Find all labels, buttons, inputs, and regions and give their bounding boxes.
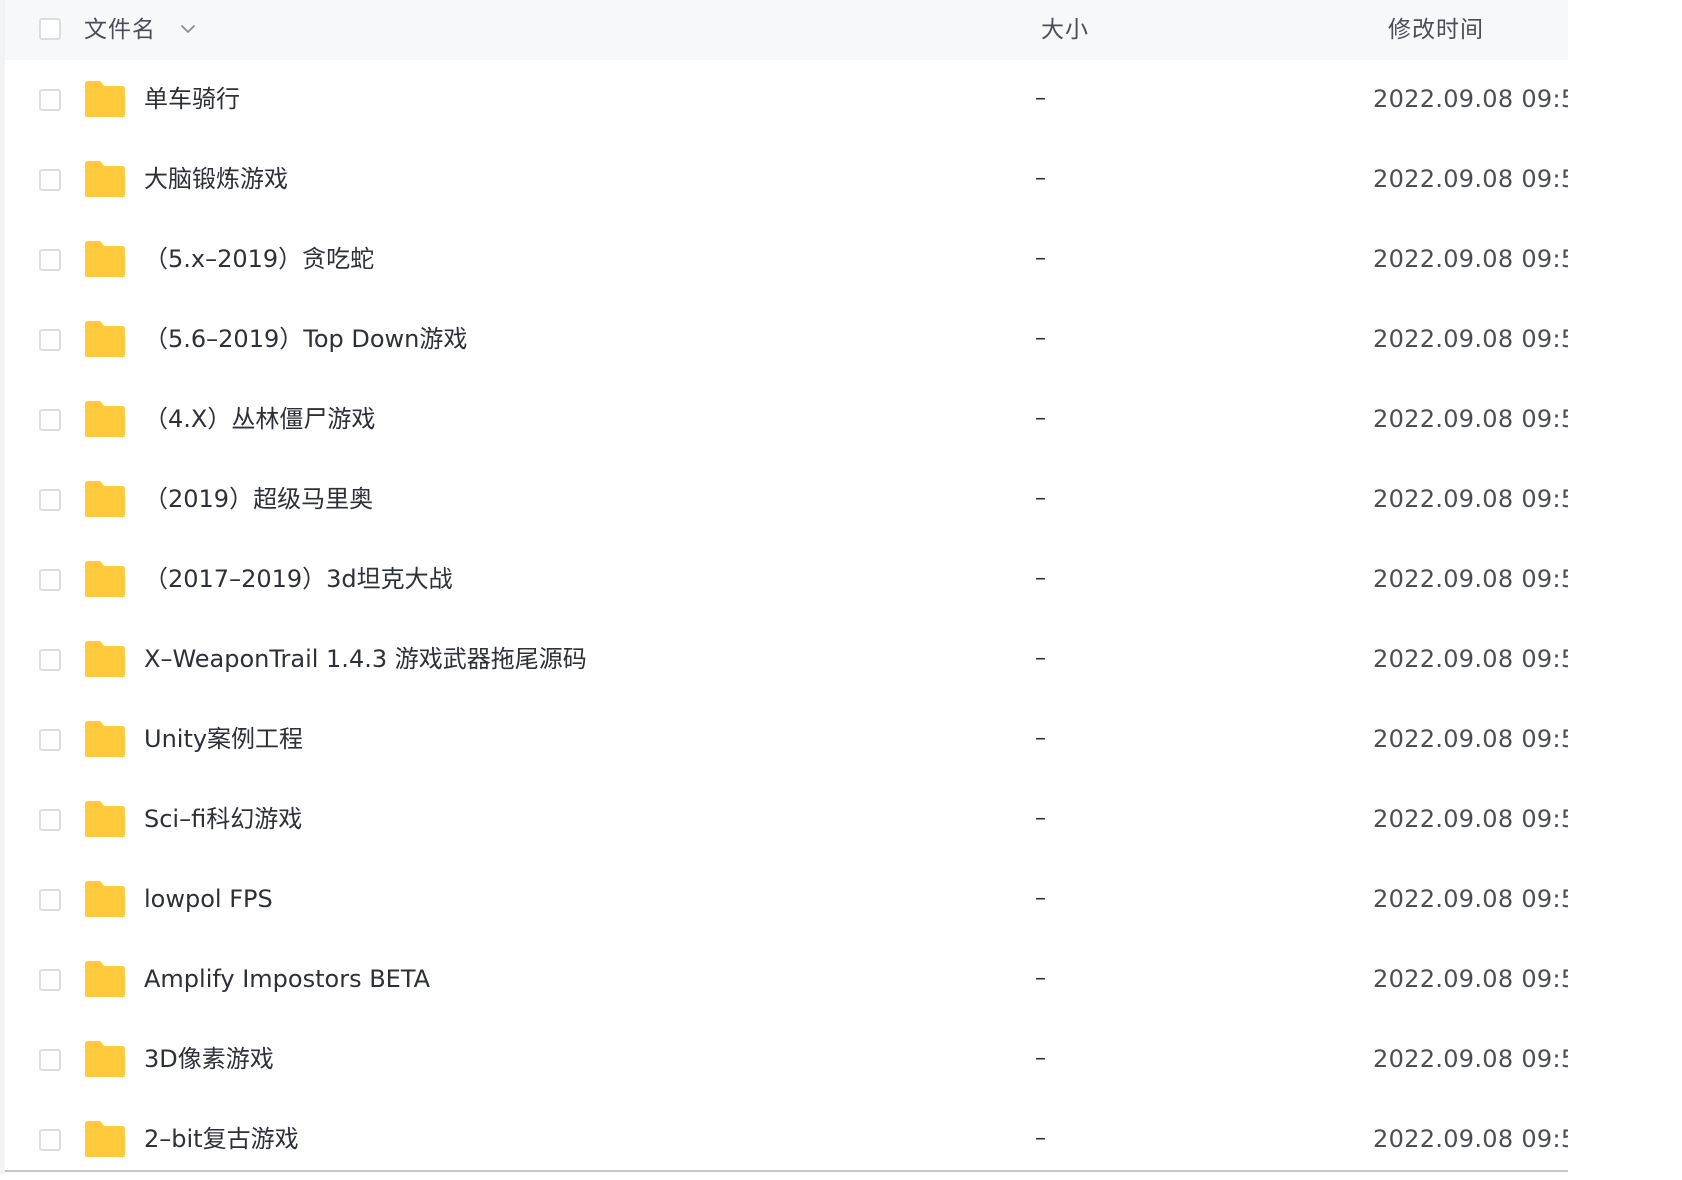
row-checkbox[interactable]: [39, 329, 61, 351]
folder-icon: [85, 801, 125, 837]
file-row[interactable]: （2017–2019）3d坦克大战 – 2022.09.08 09:54: [5, 540, 1592, 620]
file-modified-time: 2022.09.08 09:54: [1373, 245, 1593, 273]
file-size: –: [1035, 1126, 1046, 1151]
folder-icon: [85, 81, 125, 117]
folder-icon: [85, 481, 125, 517]
file-modified-time: 2022.09.08 09:54: [1373, 965, 1593, 993]
file-name[interactable]: 单车骑行: [144, 82, 240, 116]
row-checkbox[interactable]: [39, 729, 61, 751]
row-checkbox[interactable]: [39, 409, 61, 431]
folder-icon: [85, 1041, 125, 1077]
file-row[interactable]: 单车骑行 – 2022.09.08 09:54: [5, 60, 1592, 140]
file-size: –: [1035, 406, 1046, 431]
file-list: 单车骑行 – 2022.09.08 09:54 大脑锻炼游戏 – 2022.09.08 0…: [5, 60, 1592, 1180]
column-header-size[interactable]: 大小: [1041, 13, 1089, 47]
file-modified-time: 2022.09.08 09:54: [1373, 485, 1593, 513]
row-checkbox[interactable]: [39, 169, 61, 191]
file-name[interactable]: 2–bit复古游戏: [144, 1122, 299, 1156]
file-modified-time: 2022.09.08 09:54: [1373, 165, 1593, 193]
file-name[interactable]: Sci–fi科幻游戏: [144, 802, 302, 836]
folder-icon: [85, 321, 125, 357]
file-row[interactable]: lowpol FPS – 2022.09.08 09:54: [5, 860, 1592, 940]
file-row[interactable]: X–WeaponTrail 1.4.3 游戏武器拖尾源码 – 2022.09.08 …: [5, 620, 1592, 700]
file-name[interactable]: X–WeaponTrail 1.4.3 游戏武器拖尾源码: [144, 642, 587, 676]
folder-icon: [85, 641, 125, 677]
file-size: –: [1035, 646, 1046, 671]
file-size: –: [1035, 326, 1046, 351]
column-header-modified[interactable]: 修改时间: [1388, 13, 1484, 47]
file-row[interactable]: （5.6–2019）Top Down游戏 – 2022.09.08 09:54: [5, 300, 1592, 380]
select-all-checkbox[interactable]: [39, 18, 61, 40]
row-checkbox[interactable]: [39, 1129, 61, 1151]
row-checkbox[interactable]: [39, 249, 61, 271]
file-name[interactable]: lowpol FPS: [144, 882, 273, 916]
bottom-divider: [5, 1170, 1568, 1172]
row-checkbox[interactable]: [39, 89, 61, 111]
file-size: –: [1035, 566, 1046, 591]
file-row[interactable]: Unity案例工程 – 2022.09.08 09:54: [5, 700, 1592, 780]
file-list-panel: 文件名 大小 修改时间 单车骑行 – 2022.09.08 09:54 大脑锻炼游戏 –…: [0, 0, 1682, 1180]
file-modified-time: 2022.09.08 09:54: [1373, 565, 1593, 593]
folder-icon: [85, 881, 125, 917]
file-modified-time: 2022.09.08 09:54: [1373, 85, 1593, 113]
row-checkbox[interactable]: [39, 489, 61, 511]
column-header-name[interactable]: 文件名: [84, 13, 156, 47]
file-name[interactable]: （2017–2019）3d坦克大战: [144, 562, 453, 596]
file-size: –: [1035, 726, 1046, 751]
file-modified-time: 2022.09.08 09:54: [1373, 725, 1593, 753]
file-row[interactable]: 3D像素游戏 – 2022.09.08 09:54: [5, 1020, 1592, 1100]
file-size: –: [1035, 806, 1046, 831]
folder-icon: [85, 241, 125, 277]
file-size: –: [1035, 1046, 1046, 1071]
folder-icon: [85, 401, 125, 437]
file-size: –: [1035, 486, 1046, 511]
file-modified-time: 2022.09.08 09:54: [1373, 805, 1593, 833]
file-modified-time: 2022.09.08 09:54: [1373, 645, 1593, 673]
file-row[interactable]: （2019）超级马里奥 – 2022.09.08 09:54: [5, 460, 1592, 540]
row-checkbox[interactable]: [39, 569, 61, 591]
folder-icon: [85, 1121, 125, 1157]
file-name[interactable]: （5.6–2019）Top Down游戏: [144, 322, 467, 356]
file-row[interactable]: 大脑锻炼游戏 – 2022.09.08 09:54: [5, 140, 1592, 220]
file-name[interactable]: （5.x–2019）贪吃蛇: [144, 242, 374, 276]
file-size: –: [1035, 86, 1046, 111]
file-modified-time: 2022.09.08 09:54: [1373, 1045, 1593, 1073]
right-margin: [1568, 0, 1682, 1174]
file-name[interactable]: Unity案例工程: [144, 722, 303, 756]
file-name[interactable]: Amplify Impostors BETA: [144, 962, 430, 996]
file-row[interactable]: Sci–fi科幻游戏 – 2022.09.08 09:54: [5, 780, 1592, 860]
file-name[interactable]: 3D像素游戏: [144, 1042, 274, 1076]
folder-icon: [85, 721, 125, 757]
file-size: –: [1035, 966, 1046, 991]
chevron-down-icon[interactable]: [179, 20, 197, 38]
file-size: –: [1035, 886, 1046, 911]
file-name[interactable]: （4.X）丛林僵尸游戏: [144, 402, 375, 436]
file-list-header: 文件名 大小 修改时间: [5, 0, 1568, 60]
file-modified-time: 2022.09.08 09:54: [1373, 405, 1593, 433]
file-modified-time: 2022.09.08 09:54: [1373, 885, 1593, 913]
file-modified-time: 2022.09.08 09:54: [1373, 1125, 1593, 1153]
row-checkbox[interactable]: [39, 889, 61, 911]
file-row[interactable]: （5.x–2019）贪吃蛇 – 2022.09.08 09:54: [5, 220, 1592, 300]
folder-icon: [85, 961, 125, 997]
file-size: –: [1035, 246, 1046, 271]
row-checkbox[interactable]: [39, 969, 61, 991]
file-row[interactable]: （4.X）丛林僵尸游戏 – 2022.09.08 09:54: [5, 380, 1592, 460]
file-name[interactable]: （2019）超级马里奥: [144, 482, 373, 516]
file-size: –: [1035, 166, 1046, 191]
row-checkbox[interactable]: [39, 649, 61, 671]
row-checkbox[interactable]: [39, 1049, 61, 1071]
file-name[interactable]: 大脑锻炼游戏: [144, 162, 288, 196]
file-modified-time: 2022.09.08 09:54: [1373, 325, 1593, 353]
file-row[interactable]: 2–bit复古游戏 – 2022.09.08 09:54: [5, 1100, 1592, 1180]
file-row[interactable]: Amplify Impostors BETA – 2022.09.08 09:54: [5, 940, 1592, 1020]
folder-icon: [85, 161, 125, 197]
folder-icon: [85, 561, 125, 597]
row-checkbox[interactable]: [39, 809, 61, 831]
